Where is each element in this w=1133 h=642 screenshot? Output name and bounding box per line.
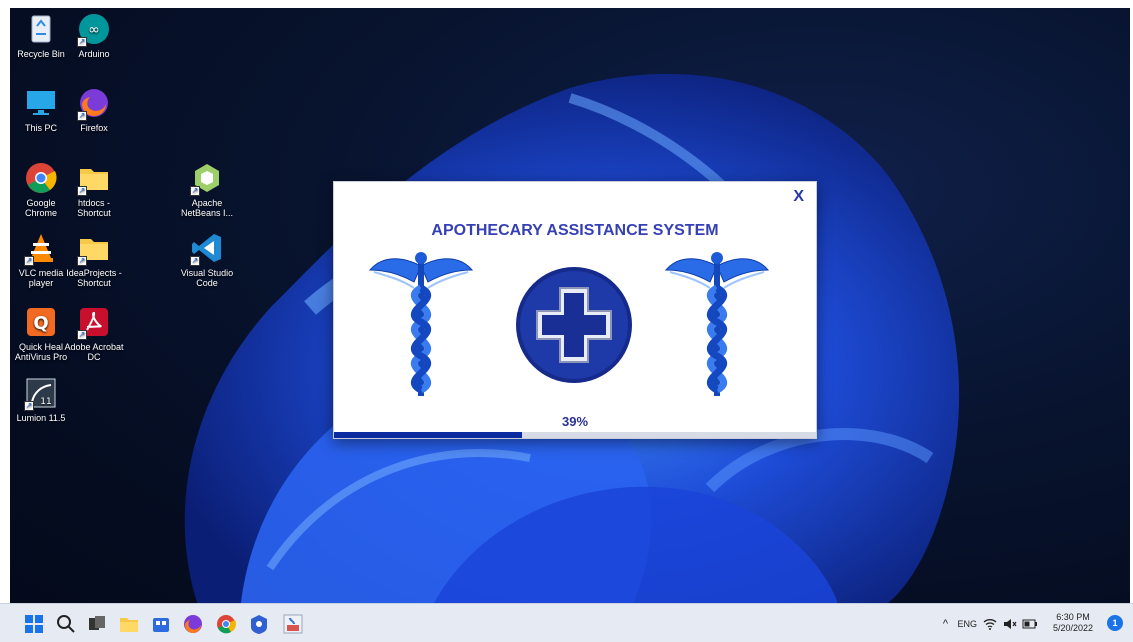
desktop-icon-lumion[interactable]: 11 ↗ Lumion 11.5	[10, 376, 72, 423]
desktop-icon-htdocs-shortcut[interactable]: ↗ htdocs - Shortcut	[63, 161, 125, 218]
app-icon[interactable]	[248, 613, 270, 635]
acrobat-icon: ↗	[77, 305, 111, 340]
desktop-icon-label: Firefox	[80, 123, 108, 133]
task-view-icon[interactable]	[86, 613, 108, 635]
battery-icon[interactable]	[1022, 618, 1038, 630]
show-hidden-icons-button[interactable]: ^	[943, 618, 948, 630]
progress-percent: 39%	[561, 414, 589, 429]
recycle-bin-icon	[24, 12, 58, 46]
desktop-icon-label: Lumion 11.5	[16, 413, 66, 423]
desktop-icon-vscode[interactable]: ↗ Visual Studio Code	[176, 231, 238, 288]
folder-icon: ↗	[77, 161, 111, 196]
progress-bar	[334, 432, 816, 438]
desktop-icon-label: This PC	[24, 123, 57, 133]
desktop-icon-label: Quick Heal AntiVirus Pro	[14, 342, 68, 362]
desktop-icon-firefox[interactable]: ↗ Firefox	[63, 86, 125, 133]
monitor-icon	[24, 86, 58, 120]
desktop-icon-netbeans[interactable]: ↗ Apache NetBeans I...	[176, 161, 238, 218]
desktop-icon-label: Visual Studio Code	[180, 268, 234, 288]
file-explorer-icon[interactable]	[118, 613, 140, 635]
desktop-icon-label: Google Chrome	[24, 198, 57, 218]
close-button[interactable]: X	[793, 188, 804, 206]
arduino-icon: ∞ ↗	[77, 12, 111, 47]
chrome-icon[interactable]	[215, 613, 237, 635]
progress-bar-fill	[334, 432, 522, 438]
desktop-icon-label: VLC media player	[18, 268, 64, 288]
desktop-icon-ideaprojects-shortcut[interactable]: ↗ IdeaProjects - Shortcut	[63, 231, 125, 288]
caduceus-right-icon	[664, 252, 770, 396]
java-app-icon[interactable]	[282, 613, 304, 635]
clock-date: 5/20/2022	[1052, 623, 1094, 633]
firefox-icon: ↗	[77, 86, 111, 121]
chrome-icon	[24, 161, 58, 195]
svg-text:Q: Q	[33, 313, 48, 334]
medical-cross-logo	[494, 250, 654, 400]
volume-muted-icon[interactable]	[1003, 617, 1017, 631]
firefox-icon[interactable]	[182, 613, 204, 635]
desktop-icon-label: Apache NetBeans I...	[180, 198, 234, 218]
desktop-icon-label: Arduino	[78, 49, 110, 59]
netbeans-icon: ↗	[190, 161, 224, 196]
svg-text:∞: ∞	[88, 22, 100, 38]
desktop-icon-label: IdeaProjects - Shortcut	[66, 268, 122, 288]
svg-text:11: 11	[40, 397, 51, 407]
windows-start-icon[interactable]	[23, 613, 45, 635]
search-icon[interactable]	[55, 613, 77, 635]
lumion-icon: 11 ↗	[24, 376, 58, 411]
desktop-icon-label: htdocs - Shortcut	[77, 198, 111, 218]
app-title: APOTHECARY ASSISTANCE SYSTEM	[431, 222, 719, 239]
desktop-icon-arduino[interactable]: ∞ ↗ Arduino	[63, 12, 125, 59]
splash-dialog: X APOTHECARY ASSISTANCE SYSTEM 39%	[333, 181, 817, 439]
clock[interactable]: 6:30 PM 5/20/2022	[1045, 612, 1101, 634]
store-icon[interactable]	[150, 613, 172, 635]
vscode-icon: ↗	[190, 231, 224, 266]
caduceus-left-icon	[368, 252, 474, 396]
folder-icon: ↗	[77, 231, 111, 266]
desktop-icon-label: Adobe Acrobat DC	[64, 342, 124, 362]
taskbar: ^ ENG 6:30 PM 5/20/2022 1	[0, 603, 1133, 642]
medical-cross-icon	[516, 267, 632, 383]
quickheal-icon: Q	[24, 305, 58, 339]
notification-badge[interactable]: 1	[1107, 615, 1123, 631]
desktop-icon-label: Recycle Bin	[17, 49, 65, 59]
wifi-icon[interactable]	[983, 617, 997, 631]
language-indicator[interactable]: ENG	[957, 619, 977, 629]
vlc-icon: ↗	[24, 231, 58, 266]
desktop-icon-adobe-acrobat[interactable]: ↗ Adobe Acrobat DC	[63, 305, 125, 362]
clock-time: 6:30 PM	[1056, 612, 1090, 622]
